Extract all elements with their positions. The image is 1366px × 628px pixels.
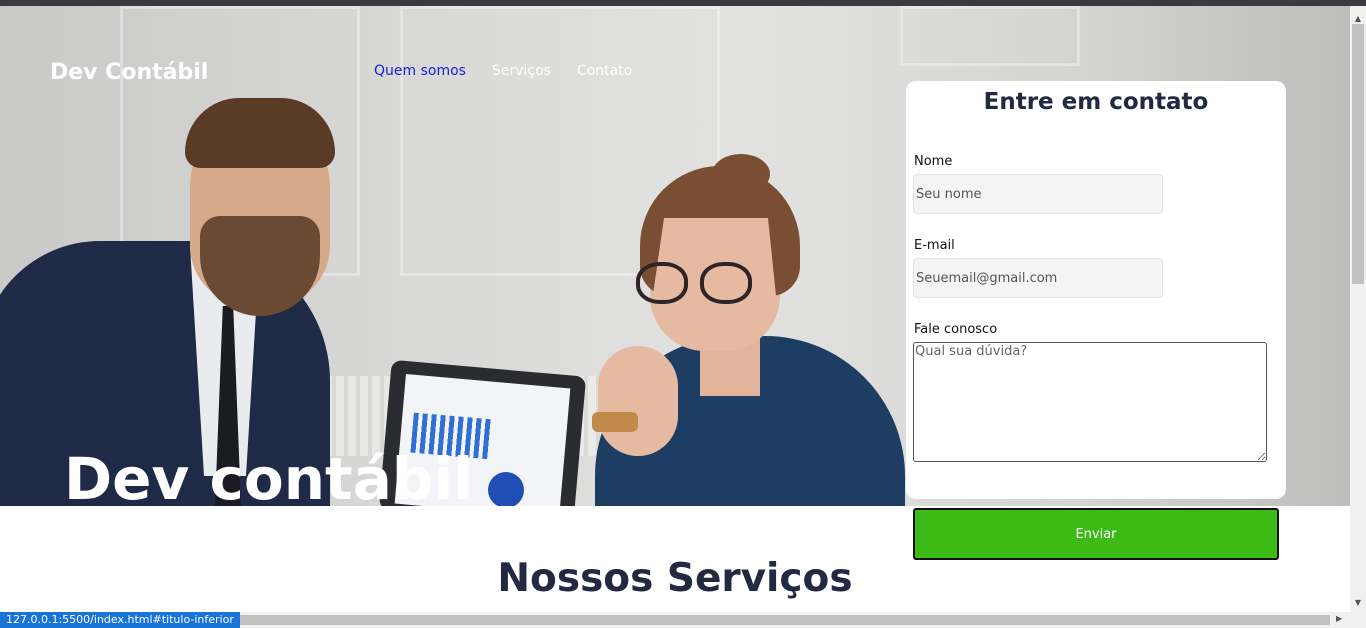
contact-form: Entre em contato Nome E-mail Fale conosc… bbox=[906, 81, 1286, 499]
contact-form-title: Entre em contato bbox=[983, 89, 1209, 115]
vertical-scrollbar-thumb[interactable] bbox=[1352, 24, 1364, 284]
woman-bun-shape bbox=[712, 154, 770, 194]
watch-shape bbox=[592, 412, 638, 432]
vertical-scrollbar[interactable]: ▲ ▼ bbox=[1350, 6, 1366, 612]
glasses-lens bbox=[636, 262, 688, 304]
site-logo[interactable]: Dev Contábil bbox=[50, 60, 208, 85]
message-textarea[interactable] bbox=[913, 342, 1267, 462]
laptop-chart-pie bbox=[488, 472, 524, 506]
woman-hand-shape bbox=[598, 346, 678, 456]
services-section-title: Nossos Serviços bbox=[497, 556, 853, 601]
wall-panel bbox=[900, 6, 1080, 66]
scroll-up-arrow-icon[interactable]: ▲ bbox=[1350, 14, 1366, 23]
name-label: Nome bbox=[914, 154, 953, 169]
nav-link-servicos[interactable]: Serviços bbox=[492, 63, 551, 79]
scroll-down-arrow-icon[interactable]: ▼ bbox=[1350, 598, 1366, 607]
scroll-right-arrow-icon[interactable]: ▶ bbox=[1336, 614, 1342, 623]
horizontal-scrollbar-thumb[interactable] bbox=[220, 615, 1330, 625]
main-nav: Quem somos Serviços Contato bbox=[374, 63, 632, 79]
email-label: E-mail bbox=[914, 238, 955, 253]
name-input[interactable] bbox=[913, 174, 1163, 214]
nav-link-contato[interactable]: Contato bbox=[577, 63, 632, 79]
hero-title: Dev contábil bbox=[64, 450, 474, 506]
email-input[interactable] bbox=[913, 258, 1163, 298]
status-bar-url: 127.0.0.1:5500/index.html#titulo-inferio… bbox=[0, 612, 240, 628]
man-hair-shape bbox=[185, 98, 335, 168]
send-button[interactable]: Enviar bbox=[913, 508, 1279, 560]
message-label: Fale conosco bbox=[914, 322, 998, 337]
glasses-lens bbox=[700, 262, 752, 304]
glasses-shape bbox=[636, 262, 766, 308]
nav-link-quem-somos[interactable]: Quem somos bbox=[374, 63, 466, 79]
